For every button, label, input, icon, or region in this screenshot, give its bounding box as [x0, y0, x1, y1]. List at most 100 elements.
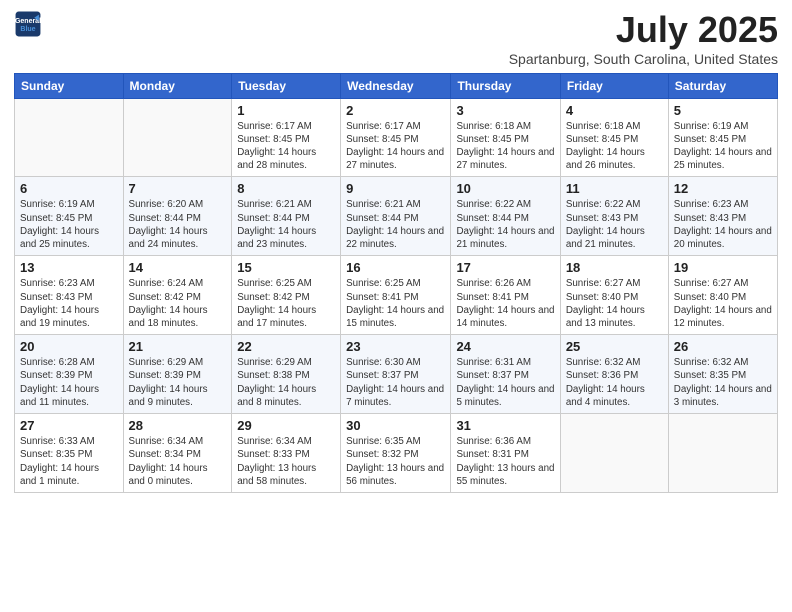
calendar-week-row: 1Sunrise: 6:17 AMSunset: 8:45 PMDaylight… [15, 98, 778, 177]
day-info: Sunrise: 6:19 AMSunset: 8:45 PMDaylight:… [20, 198, 118, 251]
day-info: Sunrise: 6:21 AMSunset: 8:44 PMDaylight:… [346, 198, 445, 251]
day-info: Sunrise: 6:29 AMSunset: 8:39 PMDaylight:… [129, 356, 227, 409]
day-info: Sunrise: 6:27 AMSunset: 8:40 PMDaylight:… [566, 277, 663, 330]
calendar-cell: 29 Sunrise: 6:34 AMSunset: 8:33 PMDayligh… [232, 414, 341, 493]
day-number: 14 [129, 260, 227, 275]
day-info: Sunrise: 6:26 AMSunset: 8:41 PMDaylight:… [456, 277, 554, 330]
day-number: 30 [346, 418, 445, 433]
day-info: Sunrise: 6:19 AMSunset: 8:45 PMDaylight:… [674, 120, 772, 173]
day-number: 6 [20, 181, 118, 196]
day-info: Sunrise: 6:22 AMSunset: 8:43 PMDaylight:… [566, 198, 663, 251]
day-of-week-header: Friday [560, 73, 668, 98]
day-info: Sunrise: 6:24 AMSunset: 8:42 PMDaylight:… [129, 277, 227, 330]
month-year: July 2025 [509, 10, 778, 50]
day-number: 9 [346, 181, 445, 196]
logo: General Blue [14, 10, 44, 38]
calendar-cell [668, 414, 777, 493]
calendar-cell [123, 98, 232, 177]
day-info: Sunrise: 6:20 AMSunset: 8:44 PMDaylight:… [129, 198, 227, 251]
calendar-week-row: 6 Sunrise: 6:19 AMSunset: 8:45 PMDaylight… [15, 177, 778, 256]
calendar-cell: 8 Sunrise: 6:21 AMSunset: 8:44 PMDaylight… [232, 177, 341, 256]
day-info: Sunrise: 6:27 AMSunset: 8:40 PMDaylight:… [674, 277, 772, 330]
day-number: 7 [129, 181, 227, 196]
calendar-cell: 4 Sunrise: 6:18 AMSunset: 8:45 PMDaylight… [560, 98, 668, 177]
day-info: Sunrise: 6:29 AMSunset: 8:38 PMDaylight:… [237, 356, 335, 409]
day-info: Sunrise: 6:36 AMSunset: 8:31 PMDaylight:… [456, 435, 554, 488]
day-info: Sunrise: 6:21 AMSunset: 8:44 PMDaylight:… [237, 198, 335, 251]
day-number: 24 [456, 339, 554, 354]
calendar-cell: 9 Sunrise: 6:21 AMSunset: 8:44 PMDaylight… [341, 177, 451, 256]
day-number: 2 [346, 103, 445, 118]
day-info: Sunrise: 6:32 AMSunset: 8:35 PMDaylight:… [674, 356, 772, 409]
calendar-cell: 17Sunrise: 6:26 AMSunset: 8:41 PMDayligh… [451, 256, 560, 335]
day-of-week-header: Thursday [451, 73, 560, 98]
day-number: 12 [674, 181, 772, 196]
logo-icon: General Blue [14, 10, 42, 38]
calendar-cell: 27 Sunrise: 6:33 AMSunset: 8:35 PMDayligh… [15, 414, 124, 493]
day-of-week-header: Wednesday [341, 73, 451, 98]
calendar-cell: 25 Sunrise: 6:32 AMSunset: 8:36 PMDayligh… [560, 335, 668, 414]
location: Spartanburg, South Carolina, United Stat… [509, 51, 778, 67]
day-of-week-header: Saturday [668, 73, 777, 98]
day-info: Sunrise: 6:22 AMSunset: 8:44 PMDaylight:… [456, 198, 554, 251]
calendar-cell: 22 Sunrise: 6:29 AMSunset: 8:38 PMDayligh… [232, 335, 341, 414]
calendar-cell: 19Sunrise: 6:27 AMSunset: 8:40 PMDayligh… [668, 256, 777, 335]
calendar-cell: 3Sunrise: 6:18 AMSunset: 8:45 PMDaylight… [451, 98, 560, 177]
calendar-cell: 24 Sunrise: 6:31 AMSunset: 8:37 PMDayligh… [451, 335, 560, 414]
calendar-cell: 14 Sunrise: 6:24 AMSunset: 8:42 PMDayligh… [123, 256, 232, 335]
calendar-cell: 12Sunrise: 6:23 AMSunset: 8:43 PMDayligh… [668, 177, 777, 256]
calendar-cell: 26Sunrise: 6:32 AMSunset: 8:35 PMDayligh… [668, 335, 777, 414]
calendar-cell: 2Sunrise: 6:17 AMSunset: 8:45 PMDaylight… [341, 98, 451, 177]
calendar-header-row: SundayMondayTuesdayWednesdayThursdayFrid… [15, 73, 778, 98]
calendar-week-row: 27 Sunrise: 6:33 AMSunset: 8:35 PMDayligh… [15, 414, 778, 493]
title-block: July 2025 Spartanburg, South Carolina, U… [509, 10, 778, 67]
day-info: Sunrise: 6:32 AMSunset: 8:36 PMDaylight:… [566, 356, 663, 409]
calendar-cell: 28Sunrise: 6:34 AMSunset: 8:34 PMDayligh… [123, 414, 232, 493]
calendar-cell: 20Sunrise: 6:28 AMSunset: 8:39 PMDayligh… [15, 335, 124, 414]
day-info: Sunrise: 6:33 AMSunset: 8:35 PMDaylight:… [20, 435, 118, 488]
day-number: 21 [129, 339, 227, 354]
svg-text:Blue: Blue [20, 26, 35, 33]
day-info: Sunrise: 6:18 AMSunset: 8:45 PMDaylight:… [456, 120, 554, 173]
day-number: 4 [566, 103, 663, 118]
day-info: Sunrise: 6:34 AMSunset: 8:33 PMDaylight:… [237, 435, 335, 488]
calendar-cell: 11 Sunrise: 6:22 AMSunset: 8:43 PMDayligh… [560, 177, 668, 256]
calendar-table: SundayMondayTuesdayWednesdayThursdayFrid… [14, 73, 778, 493]
day-info: Sunrise: 6:34 AMSunset: 8:34 PMDaylight:… [129, 435, 227, 488]
day-number: 29 [237, 418, 335, 433]
calendar-week-row: 13Sunrise: 6:23 AMSunset: 8:43 PMDayligh… [15, 256, 778, 335]
calendar-cell: 13Sunrise: 6:23 AMSunset: 8:43 PMDayligh… [15, 256, 124, 335]
day-number: 11 [566, 181, 663, 196]
calendar-cell: 18 Sunrise: 6:27 AMSunset: 8:40 PMDayligh… [560, 256, 668, 335]
day-number: 20 [20, 339, 118, 354]
day-of-week-header: Sunday [15, 73, 124, 98]
day-number: 15 [237, 260, 335, 275]
day-number: 22 [237, 339, 335, 354]
day-number: 5 [674, 103, 772, 118]
day-info: Sunrise: 6:31 AMSunset: 8:37 PMDaylight:… [456, 356, 554, 409]
day-number: 10 [456, 181, 554, 196]
day-info: Sunrise: 6:35 AMSunset: 8:32 PMDaylight:… [346, 435, 445, 488]
day-info: Sunrise: 6:23 AMSunset: 8:43 PMDaylight:… [20, 277, 118, 330]
day-number: 8 [237, 181, 335, 196]
day-number: 25 [566, 339, 663, 354]
calendar-cell: 21 Sunrise: 6:29 AMSunset: 8:39 PMDayligh… [123, 335, 232, 414]
day-of-week-header: Monday [123, 73, 232, 98]
day-info: Sunrise: 6:17 AMSunset: 8:45 PMDaylight:… [237, 120, 335, 173]
header: General Blue July 2025 Spartanburg, Sout… [14, 10, 778, 67]
day-info: Sunrise: 6:25 AMSunset: 8:41 PMDaylight:… [346, 277, 445, 330]
day-number: 27 [20, 418, 118, 433]
day-info: Sunrise: 6:30 AMSunset: 8:37 PMDaylight:… [346, 356, 445, 409]
page: General Blue July 2025 Spartanburg, Sout… [0, 0, 792, 612]
day-number: 31 [456, 418, 554, 433]
day-info: Sunrise: 6:18 AMSunset: 8:45 PMDaylight:… [566, 120, 663, 173]
calendar-week-row: 20Sunrise: 6:28 AMSunset: 8:39 PMDayligh… [15, 335, 778, 414]
calendar-cell: 6 Sunrise: 6:19 AMSunset: 8:45 PMDaylight… [15, 177, 124, 256]
calendar-cell: 31 Sunrise: 6:36 AMSunset: 8:31 PMDayligh… [451, 414, 560, 493]
calendar-cell [560, 414, 668, 493]
calendar-cell: 15Sunrise: 6:25 AMSunset: 8:42 PMDayligh… [232, 256, 341, 335]
calendar-cell: 23Sunrise: 6:30 AMSunset: 8:37 PMDayligh… [341, 335, 451, 414]
day-number: 18 [566, 260, 663, 275]
calendar-cell: 30 Sunrise: 6:35 AMSunset: 8:32 PMDayligh… [341, 414, 451, 493]
calendar-cell: 5 Sunrise: 6:19 AMSunset: 8:45 PMDaylight… [668, 98, 777, 177]
